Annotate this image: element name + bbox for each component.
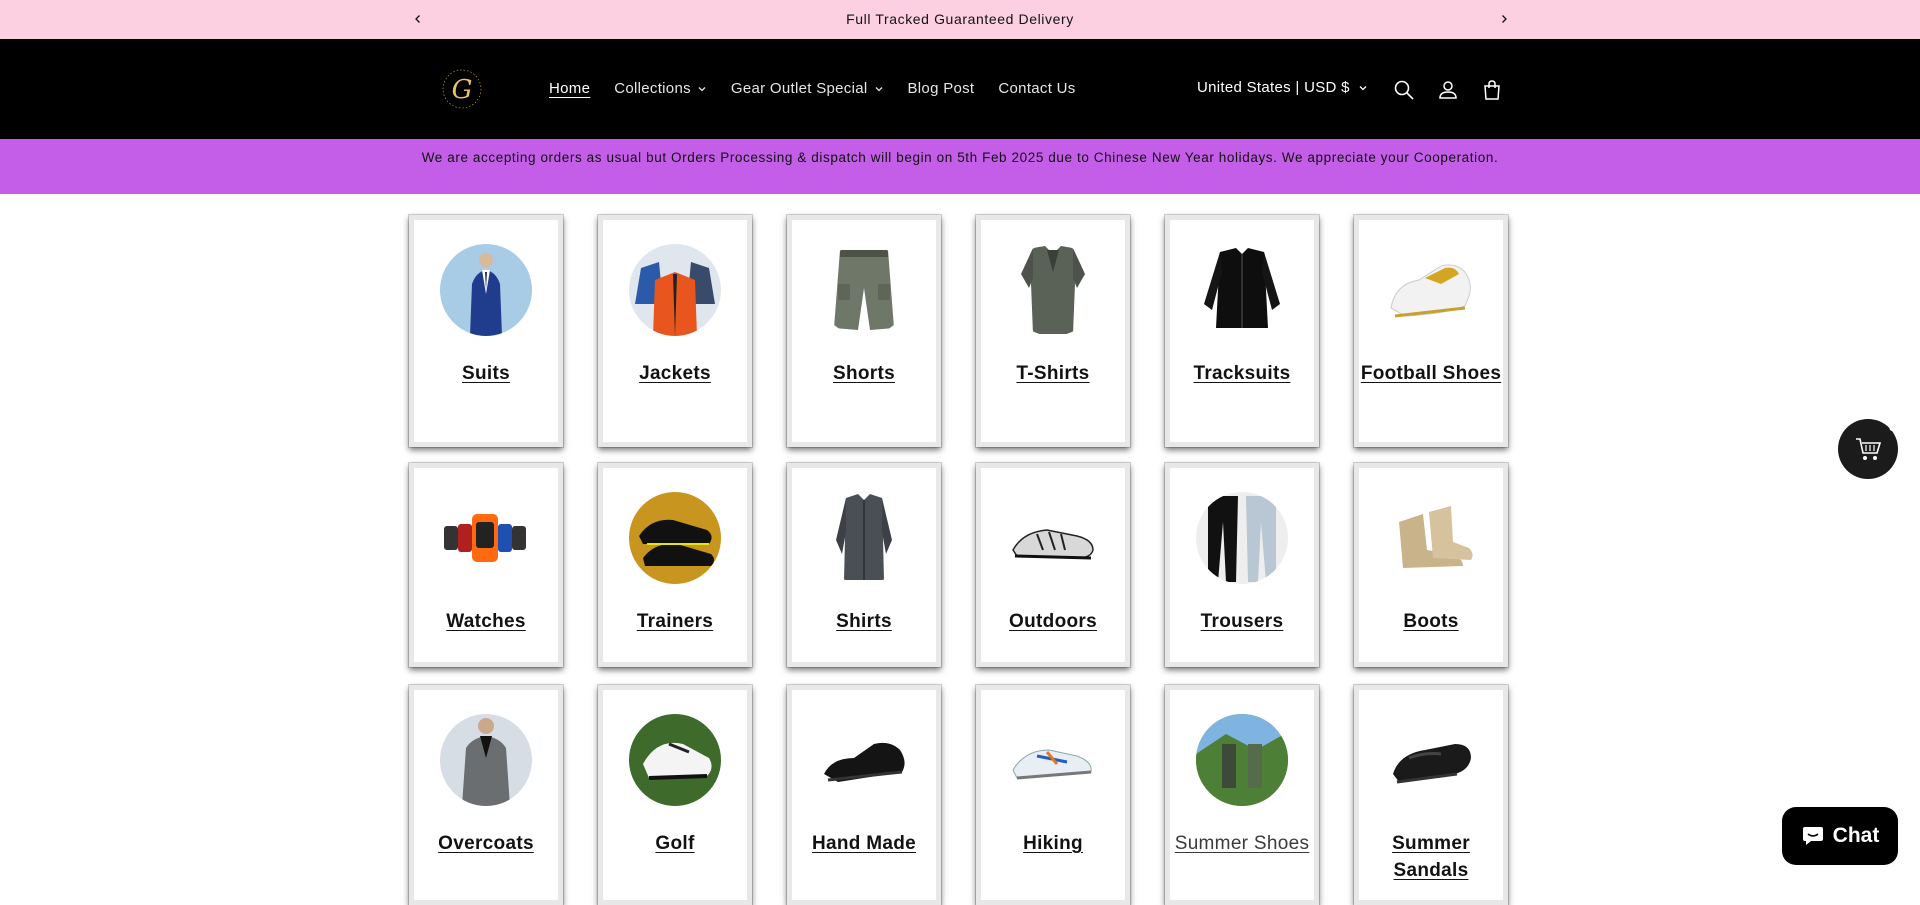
main-nav: Home Collections Gear Outlet Special Blo… <box>549 80 1100 97</box>
account-button[interactable] <box>1437 79 1459 101</box>
chevron-down-icon <box>1358 83 1368 93</box>
category-label: Hiking <box>1023 833 1083 854</box>
category-label: Football Shoes <box>1360 363 1502 384</box>
watches-image <box>440 492 532 584</box>
outdoors-image <box>1007 492 1099 584</box>
category-card-jackets[interactable]: Jackets <box>598 215 752 447</box>
nav-gear-outlet-special-label: Gear Outlet Special <box>730 80 868 97</box>
gear-outlet-logo: G <box>437 64 487 114</box>
category-label: Watches <box>446 611 526 632</box>
hiking-image <box>1007 714 1099 806</box>
nav-contact-us[interactable]: Contact Us <box>998 80 1075 97</box>
category-card-outdoors[interactable]: Outdoors <box>976 463 1130 667</box>
chat-label: Chat <box>1832 824 1880 847</box>
category-label: Overcoats <box>438 833 534 854</box>
golf-image <box>629 714 721 806</box>
country-currency-selector[interactable]: United States | USD $ <box>1197 79 1368 96</box>
category-label: Jackets <box>639 363 711 384</box>
announcement-text: Full Tracked Guaranteed Delivery <box>846 11 1074 27</box>
svg-text:G: G <box>452 75 473 105</box>
nav-collections[interactable]: Collections <box>614 80 707 97</box>
suit-image <box>440 244 532 336</box>
chevron-down-icon <box>874 84 884 94</box>
category-label: Tracksuits <box>1193 363 1291 384</box>
category-label: Summer Sandals <box>1392 833 1470 881</box>
cart-icon <box>1856 438 1882 460</box>
category-card-hand-made[interactable]: Hand Made <box>787 685 941 905</box>
nav-home[interactable]: Home <box>549 80 590 97</box>
category-label: Summer Shoes <box>1174 833 1310 854</box>
category-card-hiking[interactable]: Hiking <box>976 685 1130 905</box>
nav-home-label: Home <box>549 80 591 97</box>
category-card-golf[interactable]: Golf <box>598 685 752 905</box>
search-button[interactable] <box>1393 79 1415 101</box>
search-icon <box>1394 80 1414 100</box>
category-card-summer-shoes[interactable]: Summer Shoes <box>1165 685 1319 905</box>
summer-shoes-image <box>1196 714 1288 806</box>
chevron-down-icon <box>697 84 707 94</box>
cart-button[interactable] <box>1481 79 1503 101</box>
shirts-image <box>818 492 910 584</box>
category-label: Outdoors <box>1009 611 1097 632</box>
category-label: T-Shirts <box>1016 363 1090 384</box>
category-card-boots[interactable]: Boots <box>1354 463 1508 667</box>
category-label: Shirts <box>836 611 892 632</box>
logo-link[interactable]: G <box>434 61 490 117</box>
floating-cart-count: 0 <box>1888 419 1896 434</box>
category-card-shirts[interactable]: Shirts <box>787 463 941 667</box>
category-card-summer-sandals[interactable]: Summer Sandals <box>1354 685 1508 905</box>
tshirt-image <box>1007 244 1099 336</box>
announcement-next-button[interactable] <box>1494 9 1514 29</box>
header-utilities: United States | USD $ <box>1197 79 1368 96</box>
category-card-watches[interactable]: Watches <box>409 463 563 667</box>
category-label: Golf <box>655 833 695 854</box>
jackets-image <box>629 244 721 336</box>
nav-gear-outlet-special[interactable]: Gear Outlet Special <box>731 80 884 97</box>
category-card-football-shoes[interactable]: Football Shoes <box>1354 215 1508 447</box>
category-label: Boots <box>1403 611 1459 632</box>
country-currency-label: United States | USD $ <box>1197 79 1350 96</box>
account-icon <box>1439 81 1457 99</box>
category-card-shorts[interactable]: Shorts <box>787 215 941 447</box>
chat-button[interactable]: Chat <box>1782 807 1898 865</box>
hand-made-image <box>818 714 910 806</box>
nav-blog-post[interactable]: Blog Post <box>908 80 975 97</box>
cart-icon <box>1484 80 1500 100</box>
holiday-notice-text: We are accepting orders as usual but Ord… <box>421 150 1499 165</box>
holiday-notice-bar: We are accepting orders as usual but Ord… <box>0 139 1920 194</box>
category-label: Hand Made <box>811 833 917 854</box>
trainers-image <box>629 492 721 584</box>
site-header: G Home Collections Gear Outlet Special B… <box>0 39 1920 139</box>
football-shoes-image <box>1385 244 1477 336</box>
category-label: Shorts <box>833 363 895 384</box>
chevron-right-icon <box>1502 15 1507 23</box>
category-card-trousers[interactable]: Trousers <box>1165 463 1319 667</box>
tracksuit-image <box>1196 244 1288 336</box>
trousers-image <box>1196 492 1288 584</box>
nav-blog-post-label: Blog Post <box>907 80 975 97</box>
shorts-image <box>818 244 910 336</box>
summer-sandals-image <box>1385 714 1477 806</box>
chat-bubble-icon <box>1802 827 1823 845</box>
category-card-tracksuits[interactable]: Tracksuits <box>1165 215 1319 447</box>
floating-cart-button[interactable]: 0 <box>1838 419 1898 479</box>
category-card-suits[interactable]: Suits <box>409 215 563 447</box>
category-label: Suits <box>462 363 510 384</box>
category-card-overcoats[interactable]: Overcoats <box>409 685 563 905</box>
category-label: Trousers <box>1200 611 1284 632</box>
nav-contact-us-label: Contact Us <box>998 80 1076 97</box>
nav-collections-label: Collections <box>614 80 691 97</box>
category-label: Trainers <box>636 611 714 632</box>
category-card-tshirts[interactable]: T-Shirts <box>976 215 1130 447</box>
category-card-trainers[interactable]: Trainers <box>598 463 752 667</box>
boots-image <box>1385 492 1477 584</box>
overcoat-image <box>440 714 532 806</box>
announcement-bar: Full Tracked Guaranteed Delivery <box>0 0 1920 39</box>
